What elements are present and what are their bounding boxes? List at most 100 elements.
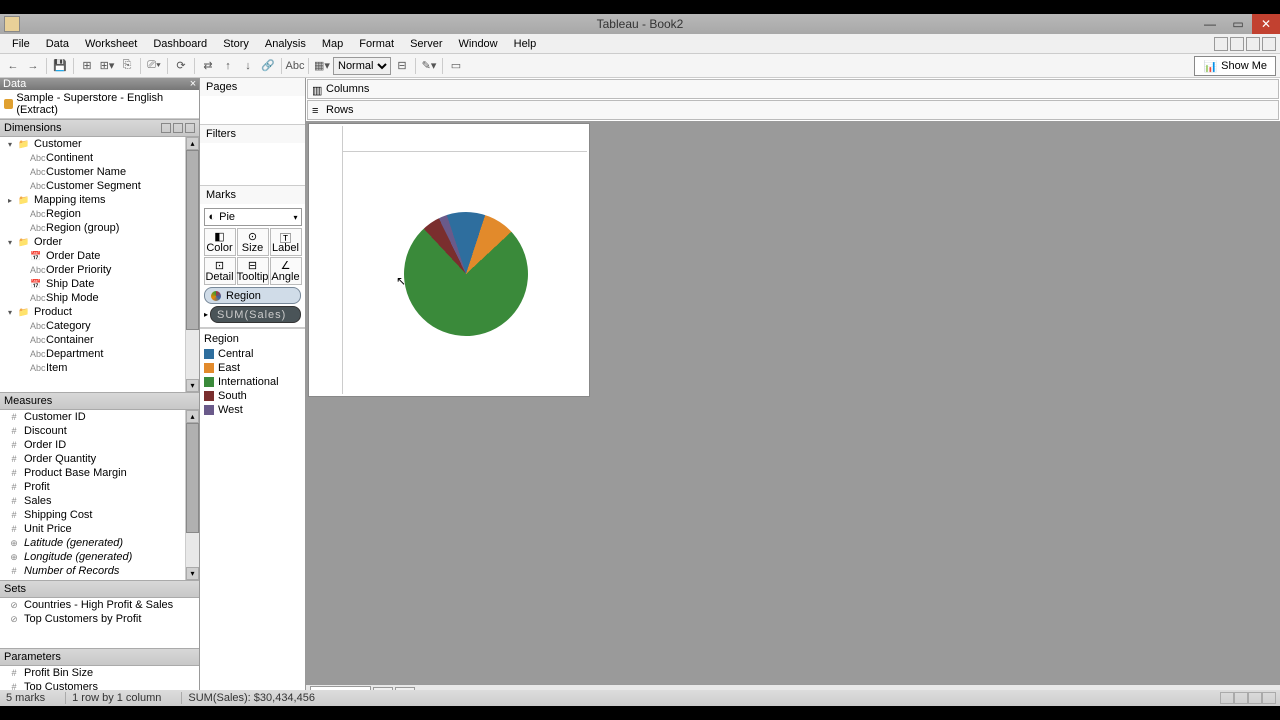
angle-button[interactable]: ∠Angle [270,257,302,285]
close-button[interactable]: ✕ [1252,14,1280,34]
sort-asc-button[interactable]: ↑ [219,57,237,75]
show-me-button[interactable]: 📊 Show Me [1194,56,1276,76]
duplicate-button[interactable]: ⎘ [118,57,136,75]
legend-item[interactable]: East [204,361,301,375]
legend-item[interactable]: West [204,403,301,417]
menu-icon[interactable] [185,123,195,133]
measure-item[interactable]: #Number of Records [0,564,199,578]
measure-item[interactable]: #Discount [0,424,199,438]
detail-button[interactable]: ⊡Detail [204,257,236,285]
datasource-item[interactable]: Sample - Superstore - English (Extract) [0,90,199,119]
mark-type-select[interactable]: ◐ Pie [204,208,302,226]
dimensions-scrollbar[interactable]: ▴ ▾ [185,137,199,392]
scroll-up-icon[interactable]: ▴ [186,410,199,423]
dimension-item[interactable]: 📁Customer [0,137,199,151]
group-button[interactable]: 🔗 [259,57,277,75]
menu-story[interactable]: Story [215,36,257,52]
menu-dashboard[interactable]: Dashboard [145,36,215,52]
dimension-item[interactable]: AbcContinent [0,151,199,165]
menu-data[interactable]: Data [38,36,77,52]
highlight-button[interactable]: ✎▾ [420,57,438,75]
measure-item[interactable]: #Order ID [0,438,199,452]
measure-item[interactable]: #Order Quantity [0,452,199,466]
labels-button[interactable]: Abc [286,57,304,75]
menu-file[interactable]: File [4,36,38,52]
nav-first-icon[interactable] [1220,692,1234,704]
dimension-item[interactable]: 📅Ship Date [0,277,199,291]
data-pane-close[interactable]: × [187,78,199,90]
view-cards-button[interactable]: ▦▾ [313,57,331,75]
columns-shelf[interactable]: ▥Columns [307,79,1279,99]
menu-help[interactable]: Help [506,36,545,52]
dimension-item[interactable]: AbcContainer [0,333,199,347]
back-button[interactable]: ← [4,57,22,75]
scroll-down-icon[interactable]: ▾ [186,567,199,580]
sort-desc-button[interactable]: ↓ [239,57,257,75]
set-item[interactable]: ⊘Top Customers by Profit [0,612,199,626]
rows-shelf[interactable]: ≡Rows [307,100,1279,120]
pill-region[interactable]: Region [204,287,301,304]
set-item[interactable]: ⊘Countries - High Profit & Sales [0,598,199,612]
measure-item[interactable]: #Shipping Cost [0,508,199,522]
measure-item[interactable]: #Product Base Margin [0,466,199,480]
scroll-up-icon[interactable]: ▴ [186,137,199,150]
menu-worksheet[interactable]: Worksheet [77,36,145,52]
measure-item[interactable]: #Profit [0,480,199,494]
color-button[interactable]: ◧Color [204,228,236,256]
new-datasource-button[interactable]: ⊞ [78,57,96,75]
expand-icon[interactable]: ▸ [204,310,208,319]
view-data-icon[interactable] [173,123,183,133]
menu-server[interactable]: Server [402,36,450,52]
dimension-item[interactable]: 📅Order Date [0,249,199,263]
nav-prev-icon[interactable] [1234,692,1248,704]
swap-button[interactable]: ⇄ [199,57,217,75]
measure-item[interactable]: ⊕Latitude (generated) [0,536,199,550]
size-button[interactable]: ⊙Size [237,228,269,256]
viz-canvas[interactable]: ↖ [308,123,590,397]
help-icon-1[interactable] [1214,37,1228,51]
save-button[interactable]: 💾 [51,57,69,75]
dimension-item[interactable]: AbcCustomer Segment [0,179,199,193]
dimension-item[interactable]: AbcItem [0,361,199,375]
dimension-item[interactable]: AbcRegion [0,207,199,221]
nav-next-icon[interactable] [1248,692,1262,704]
label-button[interactable]: 🅃Label [270,228,302,256]
menu-analysis[interactable]: Analysis [257,36,314,52]
measure-item[interactable]: #Customer ID [0,410,199,424]
dimension-item[interactable]: AbcRegion (group) [0,221,199,235]
clear-button[interactable]: ⎚▾ [145,57,163,75]
dimension-item[interactable]: 📁Order [0,235,199,249]
parameter-item[interactable]: #Profit Bin Size [0,666,199,680]
maximize-button[interactable]: ▭ [1224,14,1252,34]
dimension-item[interactable]: AbcDepartment [0,347,199,361]
fit-select[interactable]: Normal [333,57,391,75]
legend-item[interactable]: International [204,375,301,389]
menu-map[interactable]: Map [314,36,351,52]
dimension-item[interactable]: AbcShip Mode [0,291,199,305]
dimension-item[interactable]: AbcCustomer Name [0,165,199,179]
measure-item[interactable]: #Sales [0,494,199,508]
legend-item[interactable]: South [204,389,301,403]
auto-update-button[interactable]: ⟳ [172,57,190,75]
pill-sum-sales[interactable]: SUM(Sales) [210,306,301,323]
help-icon-2[interactable] [1230,37,1244,51]
minimize-button[interactable]: — [1196,14,1224,34]
scroll-thumb[interactable] [186,423,199,533]
find-field-icon[interactable] [161,123,171,133]
new-worksheet-button[interactable]: ⊞▾ [98,57,116,75]
dimension-item[interactable]: AbcCategory [0,319,199,333]
dimension-item[interactable]: 📁Mapping items [0,193,199,207]
help-icon-4[interactable] [1262,37,1276,51]
filters-shelf[interactable]: Filters [200,125,305,186]
help-icon-3[interactable] [1246,37,1260,51]
measure-item[interactable]: ⊕Longitude (generated) [0,550,199,564]
legend-item[interactable]: Central [204,347,301,361]
fix-axes-button[interactable]: ⊟ [393,57,411,75]
scroll-down-icon[interactable]: ▾ [186,379,199,392]
presentation-button[interactable]: ▭ [447,57,465,75]
measure-item[interactable]: #Unit Price [0,522,199,536]
tooltip-button[interactable]: ⊟Tooltip [237,257,269,285]
pages-shelf[interactable]: Pages [200,78,305,125]
dimension-item[interactable]: AbcOrder Priority [0,263,199,277]
menu-format[interactable]: Format [351,36,402,52]
